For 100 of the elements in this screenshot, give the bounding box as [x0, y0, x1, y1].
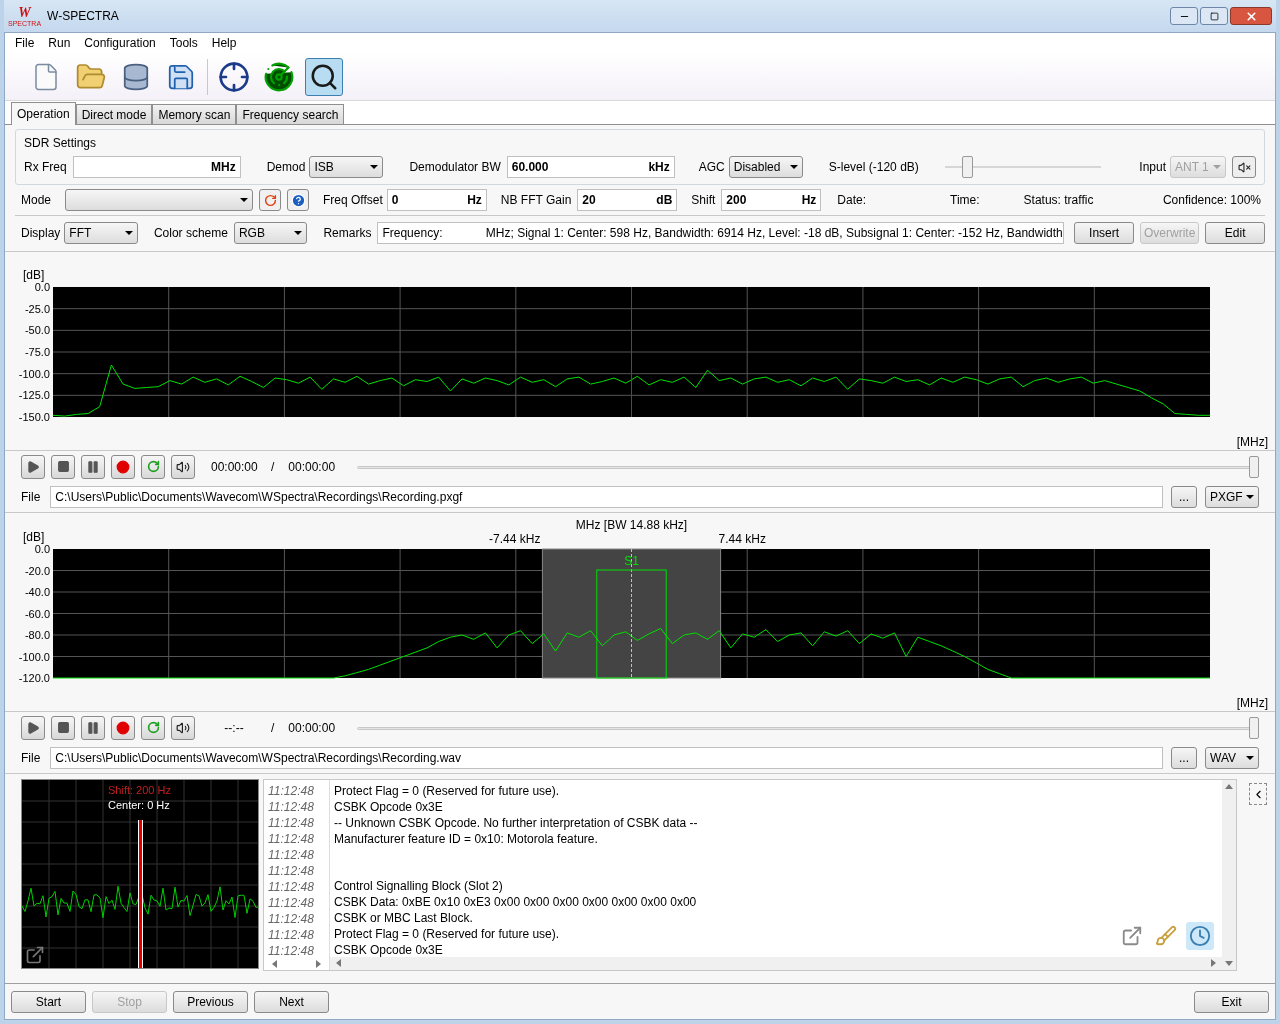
- time-label: Time:: [950, 192, 980, 209]
- volume-button[interactable]: [171, 454, 195, 479]
- slider-thumb[interactable]: [1249, 455, 1259, 478]
- popout-icon: [25, 945, 45, 965]
- bandwidth-label: 7.44 kHz: [718, 532, 766, 546]
- file-path-field[interactable]: C:\Users\Public\Documents\Wavecom\WSpectra\Recordings\Recording.pxgf: [50, 486, 1163, 508]
- log-timestamp: 11:12:48: [267, 799, 315, 814]
- close-button[interactable]: [1230, 7, 1272, 25]
- record-button[interactable]: [111, 715, 135, 740]
- mode-dropdown[interactable]: [65, 189, 254, 211]
- tab[interactable]: Memory scan: [152, 104, 237, 124]
- log-timestamp: 11:12:48: [267, 847, 315, 862]
- signal-box[interactable]: [596, 569, 667, 679]
- mute-icon: [1237, 160, 1251, 174]
- loop-button[interactable]: [141, 454, 165, 479]
- axis-tick-label: -120.0: [18, 672, 50, 684]
- field-label: Color scheme: [153, 224, 228, 242]
- menu-item[interactable]: Configuration: [80, 34, 160, 52]
- input-field[interactable]: 60.000 kHz: [506, 156, 675, 178]
- caret-icon: [1213, 165, 1221, 169]
- slider-thumb[interactable]: [962, 156, 974, 178]
- close-icon: [1244, 9, 1258, 23]
- format-dropdown[interactable]: PXGF: [1205, 486, 1259, 508]
- horizontal-scrollbar[interactable]: [330, 956, 1222, 970]
- input-field[interactable]: 20 dB: [577, 189, 678, 211]
- dropdown[interactable]: Disabled: [728, 156, 803, 178]
- position-slider[interactable]: [357, 715, 1259, 740]
- field-label: Shift: [691, 192, 716, 209]
- refresh-icon: [263, 193, 277, 207]
- tab[interactable]: Operation: [11, 102, 76, 125]
- slider-thumb[interactable]: [1249, 716, 1259, 739]
- position-slider[interactable]: [357, 454, 1259, 479]
- vertical-scrollbar[interactable]: [1222, 780, 1236, 970]
- dropdown[interactable]: ISB: [309, 156, 384, 178]
- stop-button[interactable]: [51, 715, 75, 740]
- browse-button[interactable]: ...: [1171, 747, 1197, 769]
- stop-icon: [56, 721, 70, 734]
- menu-item[interactable]: Tools: [165, 34, 202, 52]
- file-path-field[interactable]: C:\Users\Public\Documents\Wavecom\WSpectra\Recordings\Recording.wav: [50, 747, 1163, 769]
- footer-button[interactable]: Next: [254, 990, 329, 1013]
- input-field[interactable]: MHz: [72, 156, 241, 178]
- log-tool-button[interactable]: [1186, 922, 1214, 950]
- scroll-left-icon[interactable]: [272, 960, 277, 968]
- dropdown[interactable]: RGB: [233, 221, 308, 244]
- action-button[interactable]: Insert: [1074, 221, 1134, 244]
- dropdown[interactable]: FFT: [64, 221, 138, 244]
- format-dropdown[interactable]: WAV: [1205, 747, 1259, 769]
- axis-label: [MHz]: [1236, 435, 1268, 449]
- footer-button[interactable]: Previous: [173, 990, 248, 1013]
- menu-item[interactable]: Help: [207, 34, 241, 52]
- pause-button[interactable]: [81, 715, 105, 740]
- minimize-button[interactable]: [1170, 7, 1198, 25]
- scroll-up-icon[interactable]: [1225, 784, 1233, 789]
- help-button[interactable]: [287, 189, 310, 211]
- marker-line[interactable]: [631, 286, 632, 418]
- play-button[interactable]: [21, 715, 45, 740]
- s-level-slider[interactable]: [944, 156, 1101, 178]
- database-icon: [121, 61, 151, 92]
- log-message: CSBK or MBC Last Block.: [333, 909, 473, 925]
- pause-icon: [86, 459, 100, 474]
- field-label: NB FFT Gain: [500, 192, 572, 209]
- toolbar-button[interactable]: [305, 57, 343, 96]
- record-icon: [116, 720, 130, 735]
- mute-button[interactable]: [1232, 156, 1256, 178]
- bandwidth-region[interactable]: [541, 548, 722, 679]
- tab[interactable]: Frequency search: [236, 104, 345, 124]
- stop-button[interactable]: [51, 454, 75, 479]
- target-icon: [218, 60, 250, 93]
- input-field[interactable]: 0 Hz: [386, 189, 487, 211]
- volume-button[interactable]: [171, 715, 195, 740]
- tab[interactable]: Direct mode: [75, 104, 153, 124]
- axis-tick-label: -125.0: [18, 389, 50, 402]
- maximize-icon: [1209, 11, 1219, 21]
- menu-item[interactable]: File: [11, 34, 39, 52]
- scroll-right-icon[interactable]: [1211, 959, 1216, 968]
- scroll-left-icon[interactable]: [336, 959, 341, 968]
- play-icon: [26, 720, 40, 735]
- loop-button[interactable]: [141, 715, 165, 740]
- axis-tick-label: -75.0: [24, 346, 50, 358]
- action-button[interactable]: Edit: [1205, 221, 1265, 244]
- caret-icon: [294, 230, 303, 235]
- axis-tick-label: -20.0: [24, 564, 50, 577]
- input-field[interactable]: 200 Hz: [721, 189, 822, 211]
- scroll-right-icon[interactable]: [316, 960, 321, 968]
- center-marker-line[interactable]: [631, 548, 632, 679]
- field-label: Mode: [21, 192, 52, 209]
- scroll-down-icon[interactable]: [1225, 961, 1233, 966]
- footer-button[interactable]: Start: [11, 990, 86, 1013]
- signal-label: S1: [624, 554, 639, 568]
- record-button[interactable]: [111, 454, 135, 479]
- pause-button[interactable]: [81, 454, 105, 479]
- browse-button[interactable]: ...: [1171, 486, 1197, 508]
- broom-icon: [1155, 925, 1177, 947]
- menu-item[interactable]: Run: [44, 34, 75, 52]
- collapse-button[interactable]: [1249, 783, 1267, 805]
- footer-button[interactable]: Exit: [1194, 990, 1269, 1013]
- maximize-button[interactable]: [1200, 7, 1228, 25]
- play-button[interactable]: [21, 454, 45, 479]
- remarks-field[interactable]: Frequency: MHz; Signal 1: Center: 598 Hz, Bandwidth: 6914 Hz, Level: -18 dB, Subsignal 1: Center: -152 Hz, Bandwidth:: [377, 221, 1065, 244]
- refresh-button[interactable]: [259, 189, 282, 211]
